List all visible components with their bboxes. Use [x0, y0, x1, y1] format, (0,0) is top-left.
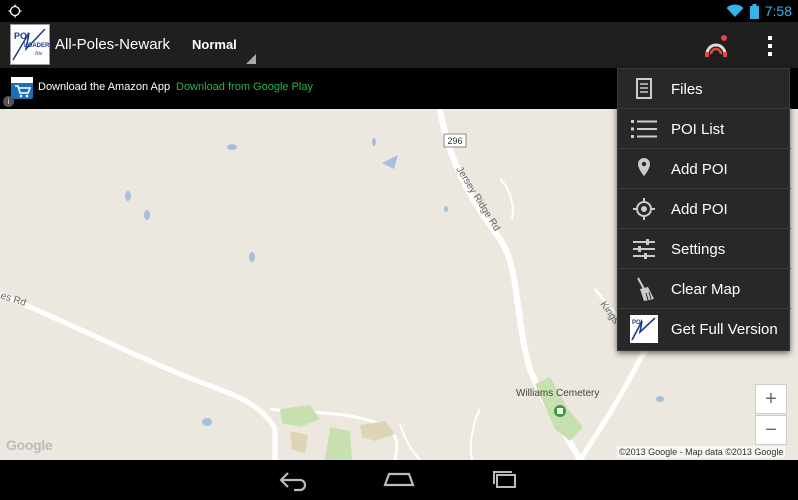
menu-item-label: Clear Map	[671, 281, 741, 298]
status-time: 7:58	[764, 3, 792, 19]
menu-item-get-full-version[interactable]: POI Get Full Version	[618, 309, 791, 349]
ad-info-icon[interactable]: i	[3, 96, 14, 107]
menu-item-add-poi-gps[interactable]: Add POI	[618, 189, 791, 229]
map-mode-select[interactable]: Normal	[184, 30, 256, 64]
poi-list-icon	[631, 120, 657, 138]
map-mode-value: Normal	[192, 37, 237, 52]
amazon-cart-icon	[11, 77, 33, 99]
debug-icon	[8, 4, 22, 18]
menu-item-files[interactable]: Files	[618, 69, 791, 109]
map-attribution: ©2013 Google - Map data ©2013 Google	[617, 446, 786, 458]
menu-item-poi-list[interactable]: POI List	[618, 109, 791, 149]
zoom-out-button[interactable]: −	[755, 415, 787, 445]
signal-tracking-icon[interactable]	[702, 32, 730, 60]
app-logo-icon[interactable]: POI LOADER lite	[10, 24, 50, 65]
app-logo-icon: POI	[630, 315, 658, 343]
menu-item-label: Add POI	[671, 161, 728, 178]
battery-icon	[749, 3, 759, 19]
menu-item-settings[interactable]: Settings	[618, 229, 791, 269]
back-icon[interactable]	[276, 468, 310, 492]
dropdown-corner-icon	[246, 54, 256, 64]
menu-item-add-poi-pin[interactable]: Add POI	[618, 149, 791, 189]
svg-text:POI: POI	[632, 320, 643, 326]
overflow-menu: Files POI List Add POI Add POI Settings …	[617, 68, 791, 351]
app-title: All-Poles-Newark	[55, 36, 171, 53]
road-label-es-rd: es Rd	[0, 290, 27, 309]
status-icons: 7:58	[726, 3, 792, 19]
navigation-bar	[0, 460, 798, 500]
map-pin-icon	[638, 158, 650, 176]
file-list-icon	[636, 78, 652, 99]
menu-item-label: Settings	[671, 241, 726, 258]
sliders-icon	[633, 239, 655, 259]
broom-icon	[637, 277, 654, 301]
menu-item-label: Files	[671, 81, 703, 98]
status-bar: 7:58	[0, 0, 798, 22]
home-icon[interactable]	[382, 468, 416, 492]
road-label-jersey-ridge: Jersey Ridge Rd	[453, 165, 502, 234]
menu-item-label: POI List	[671, 121, 725, 138]
zoom-in-button[interactable]: +	[755, 384, 787, 414]
wifi-icon	[726, 4, 744, 17]
overflow-menu-icon[interactable]	[756, 32, 784, 60]
ad-text: Download the Amazon App	[38, 81, 171, 93]
android-screen: 7:58 POI LOADER lite All-Poles-Newark No…	[0, 0, 798, 500]
recent-apps-icon[interactable]	[488, 468, 522, 492]
google-logo: Google	[6, 437, 53, 453]
menu-item-label: Get Full Version	[671, 321, 778, 338]
action-bar: POI LOADER lite All-Poles-Newark Normal	[0, 22, 798, 68]
route-shield-296: 296	[447, 136, 462, 146]
svg-text:lite: lite	[35, 51, 43, 57]
ad-link[interactable]: Download from Google Play	[176, 81, 313, 93]
poi-label-williams-cemetery: Williams Cemetery	[516, 388, 600, 399]
menu-item-label: Add POI	[671, 201, 728, 218]
gps-target-icon	[633, 198, 655, 220]
menu-item-clear-map[interactable]: Clear Map	[618, 269, 791, 309]
